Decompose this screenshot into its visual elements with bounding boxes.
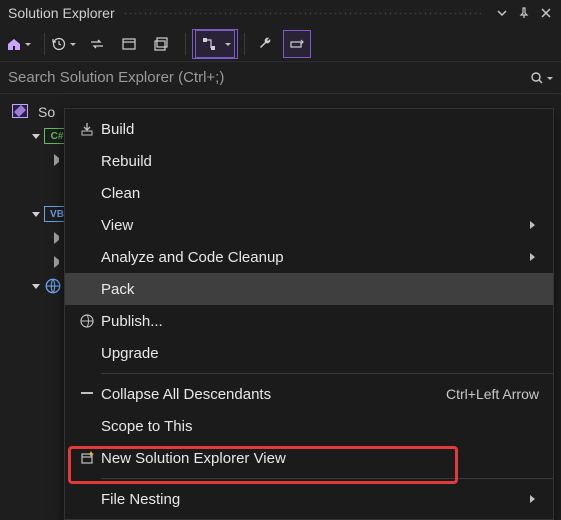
chevron-down-icon[interactable] — [32, 134, 40, 143]
collapse-icon — [73, 386, 101, 402]
toolbar-selected-group — [192, 29, 238, 59]
menu-item-build[interactable]: Build — [65, 113, 553, 145]
toolbar-separator — [44, 33, 45, 55]
history-button[interactable] — [51, 30, 79, 58]
menu-separator — [101, 478, 553, 479]
chevron-down-icon[interactable] — [32, 212, 40, 221]
search-bar[interactable]: Search Solution Explorer (Ctrl+;) — [0, 62, 561, 94]
menu-label: Collapse All Descendants — [101, 386, 446, 403]
menu-item-collapse[interactable]: Collapse All Descendants Ctrl+Left Arrow — [65, 378, 553, 410]
menu-item-nesting[interactable]: File Nesting — [65, 483, 553, 515]
window-button[interactable] — [115, 30, 143, 58]
menu-item-analyze[interactable]: Analyze and Code Cleanup — [65, 241, 553, 273]
menu-label: New Solution Explorer View — [101, 450, 539, 467]
pin-icon[interactable] — [515, 4, 533, 22]
windows-stack-button[interactable] — [147, 30, 175, 58]
build-icon — [73, 121, 101, 137]
menu-label: Build — [101, 121, 539, 138]
wrench-button[interactable] — [251, 30, 279, 58]
menu-item-upgrade[interactable]: Upgrade — [65, 337, 553, 369]
toolbar-separator — [185, 33, 186, 55]
sync-button[interactable] — [83, 30, 111, 58]
globe-icon — [44, 277, 62, 295]
solution-label: So — [38, 104, 55, 120]
menu-shortcut: Ctrl+Left Arrow — [446, 386, 539, 402]
menu-item-publish[interactable]: Publish... — [65, 305, 553, 337]
submenu-arrow-icon — [530, 221, 539, 229]
preview-button[interactable] — [283, 30, 311, 58]
new-window-icon — [73, 450, 101, 466]
toolbar — [0, 26, 561, 62]
search-icon[interactable] — [519, 71, 555, 85]
submenu-arrow-icon — [530, 253, 539, 261]
submenu-arrow-icon — [530, 495, 539, 503]
solution-icon — [12, 104, 32, 120]
menu-label: File Nesting — [101, 491, 522, 508]
menu-label: View — [101, 217, 522, 234]
menu-separator — [101, 373, 553, 374]
context-menu: Build Rebuild Clean View Analyze and Cod… — [64, 108, 554, 520]
menu-label: Clean — [101, 185, 539, 202]
menu-label: Analyze and Code Cleanup — [101, 249, 522, 266]
toolbar-separator — [244, 33, 245, 55]
menu-item-scope[interactable]: Scope to This — [65, 410, 553, 442]
titlebar: Solution Explorer — [0, 0, 561, 26]
dropdown-icon[interactable] — [493, 4, 511, 22]
chevron-down-icon[interactable] — [32, 284, 40, 293]
close-icon[interactable] — [537, 4, 555, 22]
menu-item-rebuild[interactable]: Rebuild — [65, 145, 553, 177]
menu-item-clean[interactable]: Clean — [65, 177, 553, 209]
hierarchy-button[interactable] — [195, 30, 235, 58]
menu-item-pack[interactable]: Pack — [65, 273, 553, 305]
menu-label: Scope to This — [101, 418, 539, 435]
menu-label: Upgrade — [101, 345, 539, 362]
menu-item-new-view[interactable]: New Solution Explorer View — [65, 442, 553, 474]
search-placeholder: Search Solution Explorer (Ctrl+;) — [8, 69, 519, 86]
menu-label: Pack — [101, 281, 539, 298]
home-button[interactable] — [6, 30, 34, 58]
menu-label: Publish... — [101, 313, 539, 330]
menu-item-view[interactable]: View — [65, 209, 553, 241]
publish-icon — [73, 313, 101, 329]
menu-label: Rebuild — [101, 153, 539, 170]
grip-dots[interactable] — [123, 9, 481, 17]
panel-title: Solution Explorer — [8, 5, 115, 21]
